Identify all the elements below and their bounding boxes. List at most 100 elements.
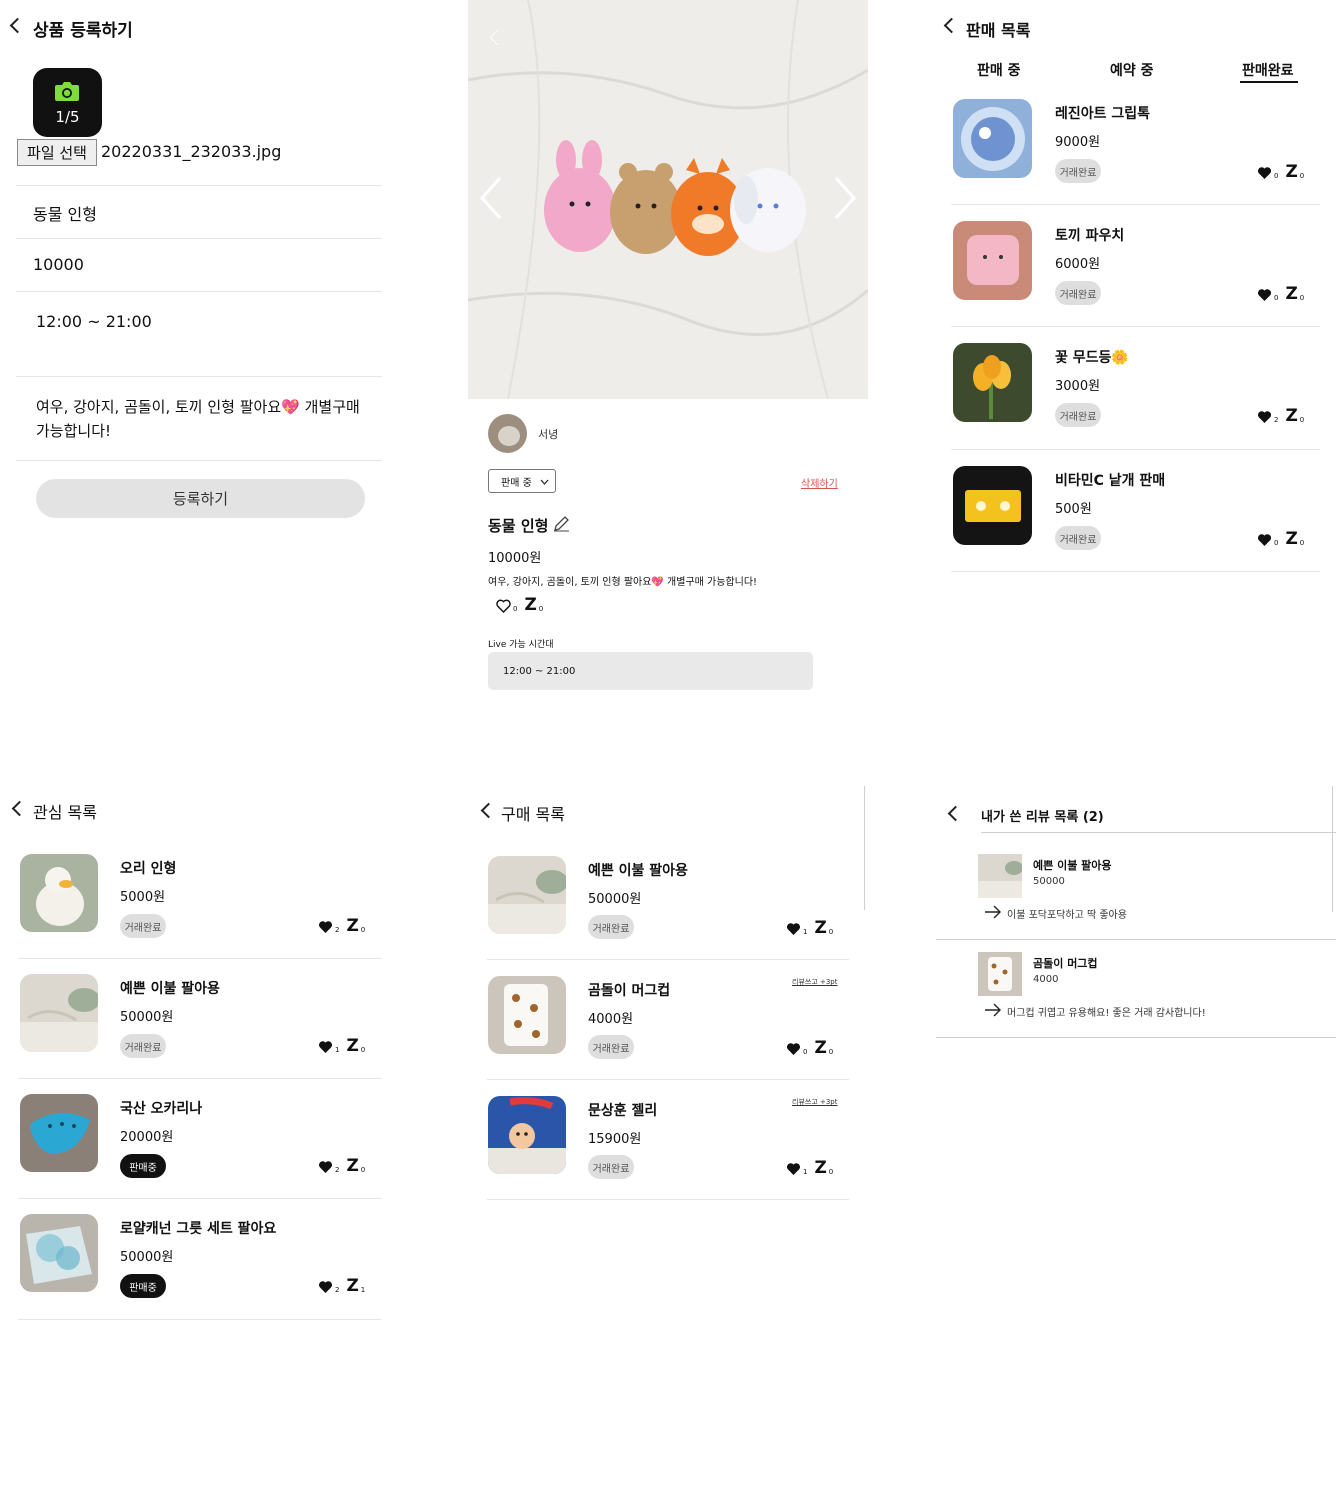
item-name: 로얄캐넌 그릇 세트 팔아요	[120, 1221, 277, 1237]
item-price: 20000원	[120, 1130, 174, 1145]
register-submit-button[interactable]: 등록하기	[36, 479, 365, 518]
item-photo	[953, 221, 1032, 300]
zzz-count: 0	[538, 605, 544, 613]
status-badge: 거래완료	[120, 914, 166, 938]
zzz-count: 0	[360, 926, 366, 934]
item-name: 문상훈 젤리	[588, 1103, 658, 1119]
item-photo	[953, 466, 1032, 545]
zzz-icon: Z	[1285, 529, 1298, 549]
time-input[interactable]: 12:00 ~ 21:00	[36, 312, 152, 331]
heart-icon[interactable]	[1257, 288, 1272, 302]
page-title: 상품 등록하기	[33, 21, 133, 41]
like-count: 0	[1274, 294, 1279, 302]
heart-icon[interactable]	[786, 1042, 801, 1056]
back-icon[interactable]	[9, 17, 26, 34]
page-title: 구매 목록	[501, 805, 565, 824]
heart-icon[interactable]	[1257, 166, 1272, 180]
status-badge: 거래완료	[588, 1155, 634, 1179]
heart-icon[interactable]	[318, 920, 333, 934]
heart-icon[interactable]	[1257, 410, 1272, 424]
item-counts: 1 Z 0	[786, 918, 838, 938]
like-count: 0	[803, 1048, 808, 1056]
back-icon[interactable]	[11, 800, 28, 817]
zzz-icon: Z	[1285, 162, 1298, 182]
like-count: 0	[513, 605, 518, 613]
zzz-count: 0	[828, 928, 834, 936]
item-photo	[488, 976, 566, 1054]
like-count: 0	[1274, 539, 1279, 547]
back-icon[interactable]	[947, 805, 964, 822]
avatar[interactable]	[488, 414, 527, 453]
like-count: 0	[1274, 172, 1279, 180]
zzz-icon: Z	[346, 1276, 359, 1296]
edit-icon[interactable]	[553, 515, 570, 532]
divider	[16, 238, 382, 239]
write-review-link[interactable]: 리뷰쓰고 +3pt	[792, 1097, 838, 1107]
like-count: 1	[335, 1046, 340, 1054]
zzz-count: 0	[1299, 416, 1305, 424]
item-counts: 2 Z 0	[1257, 408, 1309, 425]
heart-icon[interactable]	[786, 1162, 801, 1176]
like-count: 2	[335, 1166, 340, 1174]
divider	[951, 571, 1320, 572]
heart-icon[interactable]	[786, 922, 801, 936]
back-icon[interactable]	[943, 17, 960, 34]
item-photo	[20, 1094, 98, 1172]
heart-icon[interactable]	[318, 1280, 333, 1294]
description-input[interactable]: 여우, 강아지, 곰돌이, 토끼 인형 팔아요💖 개별구매 가능합니다!	[36, 395, 372, 443]
review-item-price: 50000	[1033, 876, 1065, 887]
review-photo	[978, 952, 1022, 996]
heart-icon[interactable]	[318, 1040, 333, 1054]
heart-icon[interactable]	[1257, 533, 1272, 547]
tab-selling[interactable]: 판매 중	[977, 60, 1021, 80]
heart-icon[interactable]	[318, 1160, 333, 1174]
item-counts: 0 Z 0	[786, 1040, 838, 1057]
item-photo	[488, 856, 566, 934]
item-counts: 0 Z 0	[1257, 286, 1309, 303]
photo-count: 1/5	[55, 108, 80, 126]
review-text: 머그컵 귀엽고 유용해요! 좋은 거래 감사합니다!	[1007, 1008, 1206, 1019]
next-photo-icon[interactable]	[832, 176, 858, 220]
item-counts: 2 Z 1	[318, 1276, 370, 1296]
item-price: 9000원	[1055, 135, 1101, 150]
divider	[951, 204, 1320, 205]
write-review-link[interactable]: 리뷰쓰고 +3pt	[792, 977, 838, 987]
status-badge: 거래완료	[1055, 281, 1101, 305]
delete-link[interactable]: 삭제하기	[801, 475, 838, 490]
like-count: 1	[803, 1168, 808, 1176]
zzz-icon: Z	[346, 1036, 359, 1056]
zzz-count: 0	[360, 1046, 366, 1054]
product-photo	[468, 0, 868, 399]
divider	[18, 1319, 381, 1320]
item-counts: 2 Z 0	[318, 1156, 370, 1176]
status-select[interactable]: 판매 중	[488, 469, 556, 493]
file-select-button[interactable]: 파일 선택	[17, 139, 97, 166]
item-name: 예쁜 이불 팔아용	[120, 981, 220, 997]
divider	[487, 1199, 849, 1200]
heart-outline-icon[interactable]	[496, 599, 511, 613]
divider	[18, 1198, 381, 1199]
photo-upload-button[interactable]: 1/5	[33, 68, 102, 137]
live-label: Live 가능 시간대	[488, 640, 554, 650]
detail-counts: 0 Z 0	[496, 597, 548, 614]
arrow-right-icon	[985, 1003, 1001, 1017]
zzz-count: 0	[1299, 539, 1305, 547]
divider	[16, 460, 382, 461]
item-price: 4000원	[588, 1012, 634, 1027]
back-icon[interactable]	[480, 802, 497, 819]
zzz-count: 1	[360, 1286, 366, 1294]
divider	[936, 939, 1336, 940]
zzz-icon: Z	[814, 918, 827, 938]
item-name: 오리 인형	[120, 861, 177, 877]
zzz-icon: Z	[346, 1156, 359, 1176]
chevron-down-icon	[540, 479, 549, 485]
price-input[interactable]: 10000	[33, 255, 84, 274]
divider	[16, 376, 382, 377]
tab-reserved[interactable]: 예약 중	[1110, 60, 1154, 80]
tab-sold[interactable]: 판매완료	[1242, 60, 1294, 80]
name-input[interactable]: 동물 인형	[33, 201, 97, 225]
prev-photo-icon[interactable]	[478, 176, 504, 220]
status-badge: 거래완료	[1055, 526, 1101, 550]
product-name: 동물 인형	[488, 517, 549, 535]
item-price: 50000원	[120, 1250, 174, 1265]
